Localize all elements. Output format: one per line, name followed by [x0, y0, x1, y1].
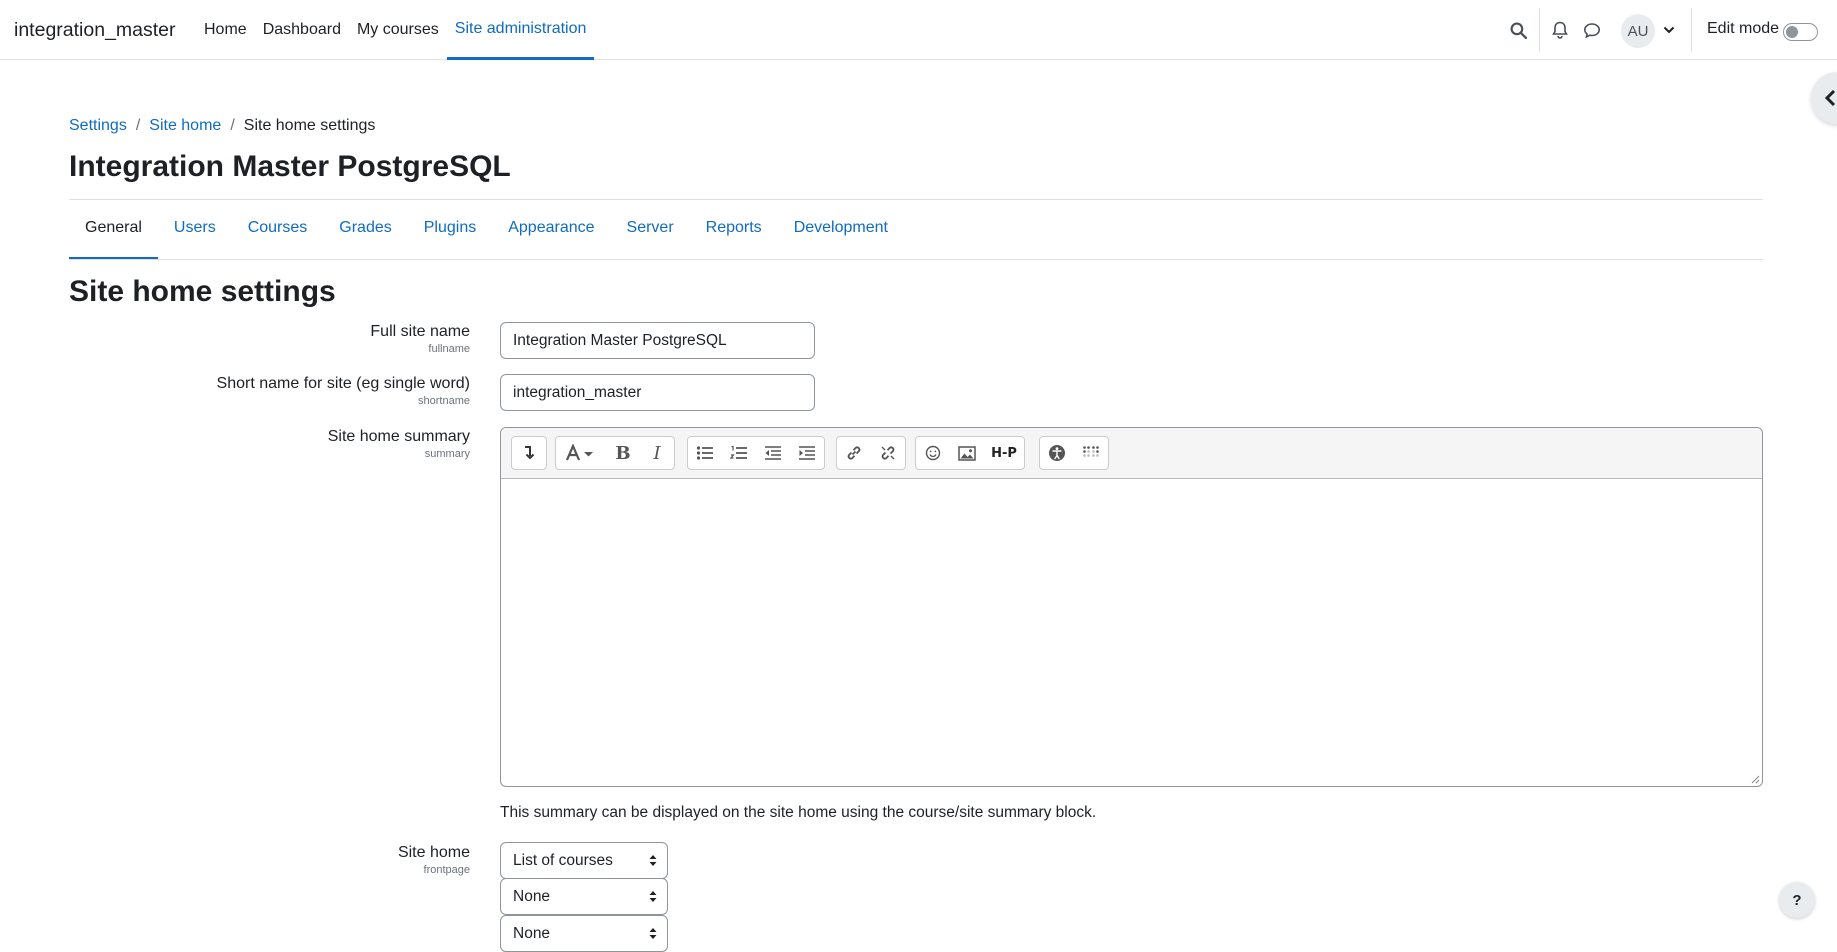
paragraph-styles-icon[interactable] [556, 437, 606, 469]
accessibility-checker-icon[interactable] [1040, 437, 1074, 469]
tab-courses[interactable]: Courses [232, 200, 324, 260]
toolbar-group-style: B I [555, 436, 675, 470]
chevron-left-icon [1824, 89, 1836, 107]
summary-setting-key: summary [424, 448, 470, 460]
chevron-down-icon[interactable] [1657, 18, 1681, 42]
resize-grip-icon[interactable] [1750, 774, 1760, 784]
tab-users[interactable]: Users [158, 200, 232, 260]
breadcrumb-settings[interactable]: Settings [69, 117, 127, 135]
h5p-icon[interactable]: H-P [984, 437, 1024, 469]
toolbar-group-collapse [511, 436, 547, 470]
bell-icon[interactable] [1548, 18, 1572, 42]
nav-dashboard[interactable]: Dashboard [255, 0, 349, 60]
nav-site-administration[interactable]: Site administration [446, 0, 595, 60]
italic-icon[interactable]: I [640, 437, 674, 469]
breadcrumb-separator: / [230, 117, 235, 134]
bold-icon[interactable]: B [606, 437, 640, 469]
fullname-input[interactable] [500, 322, 815, 359]
breadcrumb-separator: / [135, 117, 141, 134]
show-more-buttons-icon[interactable] [512, 437, 546, 469]
site-brand[interactable]: integration_master [14, 19, 176, 42]
toolbar-group-links [836, 436, 906, 470]
tab-server[interactable]: Server [611, 200, 690, 260]
tab-appearance[interactable]: Appearance [492, 200, 610, 260]
shortname-setting-key: shortname [418, 395, 470, 407]
summary-label: Site home summary [327, 428, 470, 445]
emoji-icon[interactable] [916, 437, 950, 469]
ordered-list-icon[interactable] [722, 437, 756, 469]
section-title: Site home settings [69, 275, 336, 308]
select-value: None [513, 888, 551, 905]
select-caret-icon [649, 855, 657, 866]
tab-reports[interactable]: Reports [690, 200, 778, 260]
edit-mode-toggle[interactable] [1783, 23, 1818, 41]
image-icon[interactable] [950, 437, 984, 469]
summary-editor: B I H-P [500, 427, 1763, 787]
edit-mode-label: Edit mode [1707, 20, 1780, 37]
fullname-setting-key: fullname [428, 343, 470, 355]
unordered-list-icon[interactable] [688, 437, 722, 469]
navbar-divider [1539, 8, 1540, 52]
nav-home[interactable]: Home [196, 0, 255, 60]
select-value: List of courses [513, 852, 613, 869]
navbar-divider [1691, 8, 1692, 52]
toolbar-group-accessibility [1039, 436, 1109, 470]
screenreader-helper-icon[interactable] [1074, 437, 1108, 469]
indent-icon[interactable] [790, 437, 824, 469]
primary-navigation: Home Dashboard My courses Site administr… [196, 0, 595, 60]
frontpage-setting-key: frontpage [423, 864, 470, 876]
frontpage-select-1[interactable]: List of courses [500, 842, 668, 879]
frontpage-select-3[interactable]: None [500, 915, 668, 952]
help-button[interactable]: ? [1779, 882, 1815, 918]
messages-icon[interactable] [1580, 18, 1604, 42]
fullname-label-block: Full site name fullname [0, 323, 470, 355]
select-caret-icon [649, 928, 657, 939]
outdent-icon[interactable] [756, 437, 790, 469]
nav-my-courses[interactable]: My courses [349, 0, 447, 60]
summary-editor-content[interactable] [501, 479, 1762, 786]
toolbar-group-lists [687, 436, 825, 470]
shortname-label-block: Short name for site (eg single word) sho… [0, 375, 470, 407]
tabs-divider [69, 259, 1763, 260]
toggle-knob [1786, 26, 1798, 38]
frontpage-label: Site home [397, 844, 470, 861]
frontpage-label-block: Site home frontpage [0, 844, 470, 876]
shortname-input[interactable] [500, 374, 815, 411]
summary-label-block: Site home summary summary [0, 428, 470, 460]
breadcrumb-site-home[interactable]: Site home [149, 117, 221, 135]
link-icon[interactable] [837, 437, 871, 469]
unlink-icon[interactable] [871, 437, 905, 469]
select-caret-icon [649, 891, 657, 902]
tab-development[interactable]: Development [778, 200, 904, 260]
top-navbar: integration_master Home Dashboard My cou… [0, 0, 1837, 60]
secondary-navigation-tabs: General Users Courses Grades Plugins App… [69, 200, 904, 260]
frontpage-select-2[interactable]: None [500, 878, 668, 915]
open-block-drawer-button[interactable] [1811, 72, 1837, 124]
summary-help-text: This summary can be displayed on the sit… [500, 804, 1097, 821]
tab-plugins[interactable]: Plugins [408, 200, 492, 260]
breadcrumb-current: Site home settings [243, 117, 376, 134]
tab-grades[interactable]: Grades [323, 200, 407, 260]
tab-general[interactable]: General [69, 200, 158, 260]
page-title: Integration Master PostgreSQL [69, 150, 511, 183]
user-avatar[interactable]: AU [1621, 14, 1655, 48]
editor-toolbar: B I H-P [501, 428, 1762, 479]
select-value: None [513, 925, 551, 942]
search-icon[interactable] [1506, 18, 1530, 42]
toolbar-group-insert: H-P [915, 436, 1025, 470]
fullname-label: Full site name [370, 323, 470, 340]
breadcrumb: Settings / Site home / Site home setting… [69, 117, 375, 135]
shortname-label: Short name for site (eg single word) [216, 375, 470, 392]
